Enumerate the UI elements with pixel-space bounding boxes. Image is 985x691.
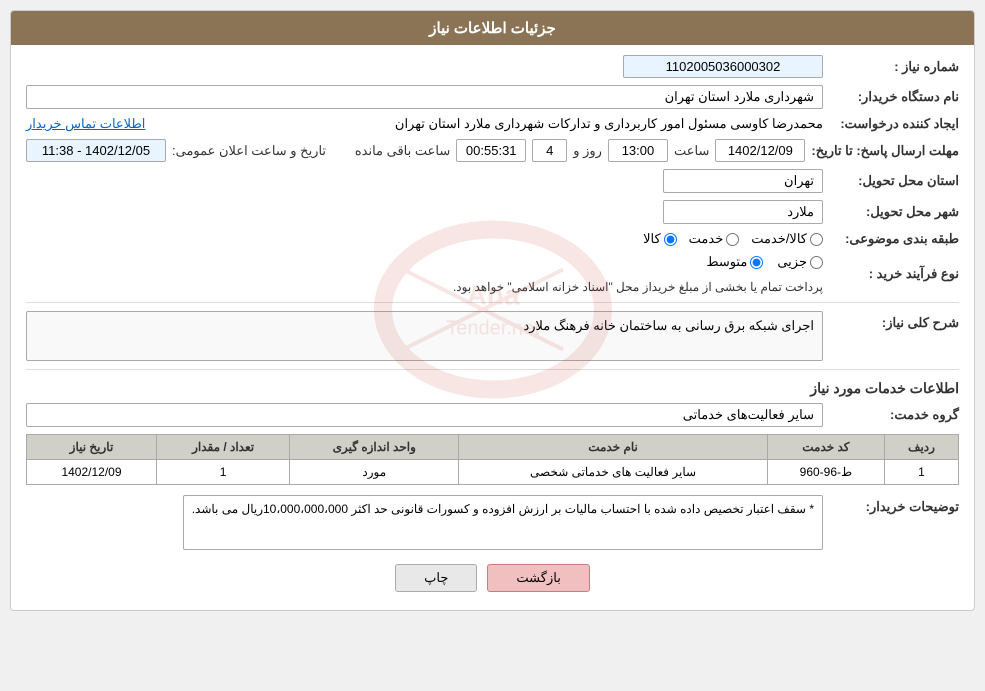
province-value: تهران — [663, 169, 823, 193]
city-value: ملارد — [663, 200, 823, 224]
description-value: اجرای شبکه برق رسانی به ساختمان خانه فره… — [26, 311, 823, 361]
category-row: طبقه بندی موضوعی: کالا خدمت کالا/خدمت — [26, 231, 959, 247]
announce-label: تاریخ و ساعت اعلان عمومی: — [172, 143, 326, 159]
col-name: نام خدمت — [459, 435, 768, 460]
col-unit: واحد اندازه گیری — [290, 435, 459, 460]
province-label: استان محل تحویل: — [829, 173, 959, 189]
creator-value: محمدرضا کاوسی مسئول امور کاربرداری و تدا… — [161, 116, 823, 132]
col-quantity: تعداد / مقدار — [156, 435, 289, 460]
category-radio-group: کالا خدمت کالا/خدمت — [643, 231, 823, 247]
cell-quantity: 1 — [156, 460, 289, 485]
service-group-label: گروه خدمت: — [829, 407, 959, 423]
procurement-mota-radio[interactable] — [750, 256, 763, 269]
category-both-item: کالا/خدمت — [751, 231, 823, 247]
print-button[interactable]: چاپ — [395, 564, 477, 592]
announce-date: 1402/12/05 - 11:38 — [26, 139, 166, 162]
buyer-notes-value: * سقف اعتبار تخصیص داده شده با احتساب ما… — [183, 495, 823, 550]
need-number-value: 1102005036000302 — [623, 55, 823, 78]
procurement-mota-item: متوسط — [706, 254, 763, 270]
province-row: استان محل تحویل: تهران — [26, 169, 959, 193]
deadline-time: 13:00 — [608, 139, 668, 162]
table-header-row: ردیف کد خدمت نام خدمت واحد اندازه گیری ت… — [27, 435, 959, 460]
deadline-date: 1402/12/09 — [715, 139, 805, 162]
buyer-org-value: شهرداری ملارد استان تهران — [26, 85, 823, 109]
service-group-value: سایر فعالیت‌های خدماتی — [26, 403, 823, 427]
col-code: کد خدمت — [767, 435, 884, 460]
category-both-label: کالا/خدمت — [751, 231, 807, 247]
category-service-label: خدمت — [689, 231, 724, 247]
buttons-row: بازگشت چاپ — [26, 564, 959, 592]
category-kala-item: کالا — [643, 231, 677, 247]
buyer-notes-row: توضیحات خریدار: * سقف اعتبار تخصیص داده … — [26, 495, 959, 550]
procurement-row: نوع فرآیند خرید : جزیی متوسط پرداخت تمام… — [26, 254, 959, 294]
procurement-jozi-item: جزیی — [777, 254, 823, 270]
services-section-title: اطلاعات خدمات مورد نیاز — [26, 380, 959, 397]
category-kala-radio[interactable] — [664, 233, 677, 246]
procurement-jozi-radio[interactable] — [810, 256, 823, 269]
cell-service_code: ط-96-960 — [767, 460, 884, 485]
category-both-radio[interactable] — [810, 233, 823, 246]
cell-date: 1402/12/09 — [27, 460, 157, 485]
city-row: شهر محل تحویل: ملارد — [26, 200, 959, 224]
back-button[interactable]: بازگشت — [487, 564, 589, 592]
description-label: شرح کلی نیاز: — [829, 311, 959, 331]
cell-unit: مورد — [290, 460, 459, 485]
category-label: طبقه بندی موضوعی: — [829, 231, 959, 247]
remaining-label: ساعت باقی مانده — [355, 143, 450, 159]
procurement-note: پرداخت تمام یا بخشی از مبلغ خریداز محل "… — [453, 280, 823, 294]
buyer-org-row: نام دستگاه خریدار: شهرداری ملارد استان ت… — [26, 85, 959, 109]
category-kala-label: کالا — [643, 231, 661, 247]
deadline-time-label: ساعت — [674, 143, 709, 159]
col-date: تاریخ نیاز — [27, 435, 157, 460]
deadline-label: مهلت ارسال پاسخ: تا تاریخ: — [811, 143, 959, 159]
buyer-org-label: نام دستگاه خریدار: — [829, 89, 959, 105]
buyer-notes-label: توضیحات خریدار: — [829, 495, 959, 515]
contact-link[interactable]: اطلاعات تماس خریدار — [26, 116, 145, 132]
description-row: شرح کلی نیاز: اجرای شبکه برق رسانی به سا… — [26, 311, 959, 361]
procurement-label: نوع فرآیند خرید : — [829, 266, 959, 282]
days-value: 4 — [532, 139, 567, 162]
city-label: شهر محل تحویل: — [829, 204, 959, 220]
deadline-row: مهلت ارسال پاسخ: تا تاریخ: 1402/12/09 سا… — [26, 139, 959, 162]
divider-1 — [26, 302, 959, 303]
creator-label: ایجاد کننده درخواست: — [829, 116, 959, 132]
table-row: 1ط-96-960سایر فعالیت های خدماتی شخصیمورد… — [27, 460, 959, 485]
divider-2 — [26, 369, 959, 370]
remaining-time: 00:55:31 — [456, 139, 526, 162]
page-title: جزئیات اطلاعات نیاز — [11, 11, 974, 45]
service-group-row: گروه خدمت: سایر فعالیت‌های خدماتی — [26, 403, 959, 427]
main-card: Ana Tender.net جزئیات اطلاعات نیاز شماره… — [10, 10, 975, 611]
category-service-item: خدمت — [689, 231, 740, 247]
cell-row: 1 — [884, 460, 958, 485]
procurement-mota-label: متوسط — [706, 254, 747, 270]
creator-row: ایجاد کننده درخواست: محمدرضا کاوسی مسئول… — [26, 116, 959, 132]
procurement-jozi-label: جزیی — [777, 254, 807, 270]
col-row: ردیف — [884, 435, 958, 460]
need-number-label: شماره نیاز : — [829, 59, 959, 75]
cell-service_name: سایر فعالیت های خدماتی شخصی — [459, 460, 768, 485]
services-table: ردیف کد خدمت نام خدمت واحد اندازه گیری ت… — [26, 434, 959, 485]
procurement-options: جزیی متوسط — [706, 254, 823, 270]
need-number-row: شماره نیاز : 1102005036000302 — [26, 55, 959, 78]
days-label: روز و — [573, 143, 602, 159]
category-service-radio[interactable] — [726, 233, 739, 246]
